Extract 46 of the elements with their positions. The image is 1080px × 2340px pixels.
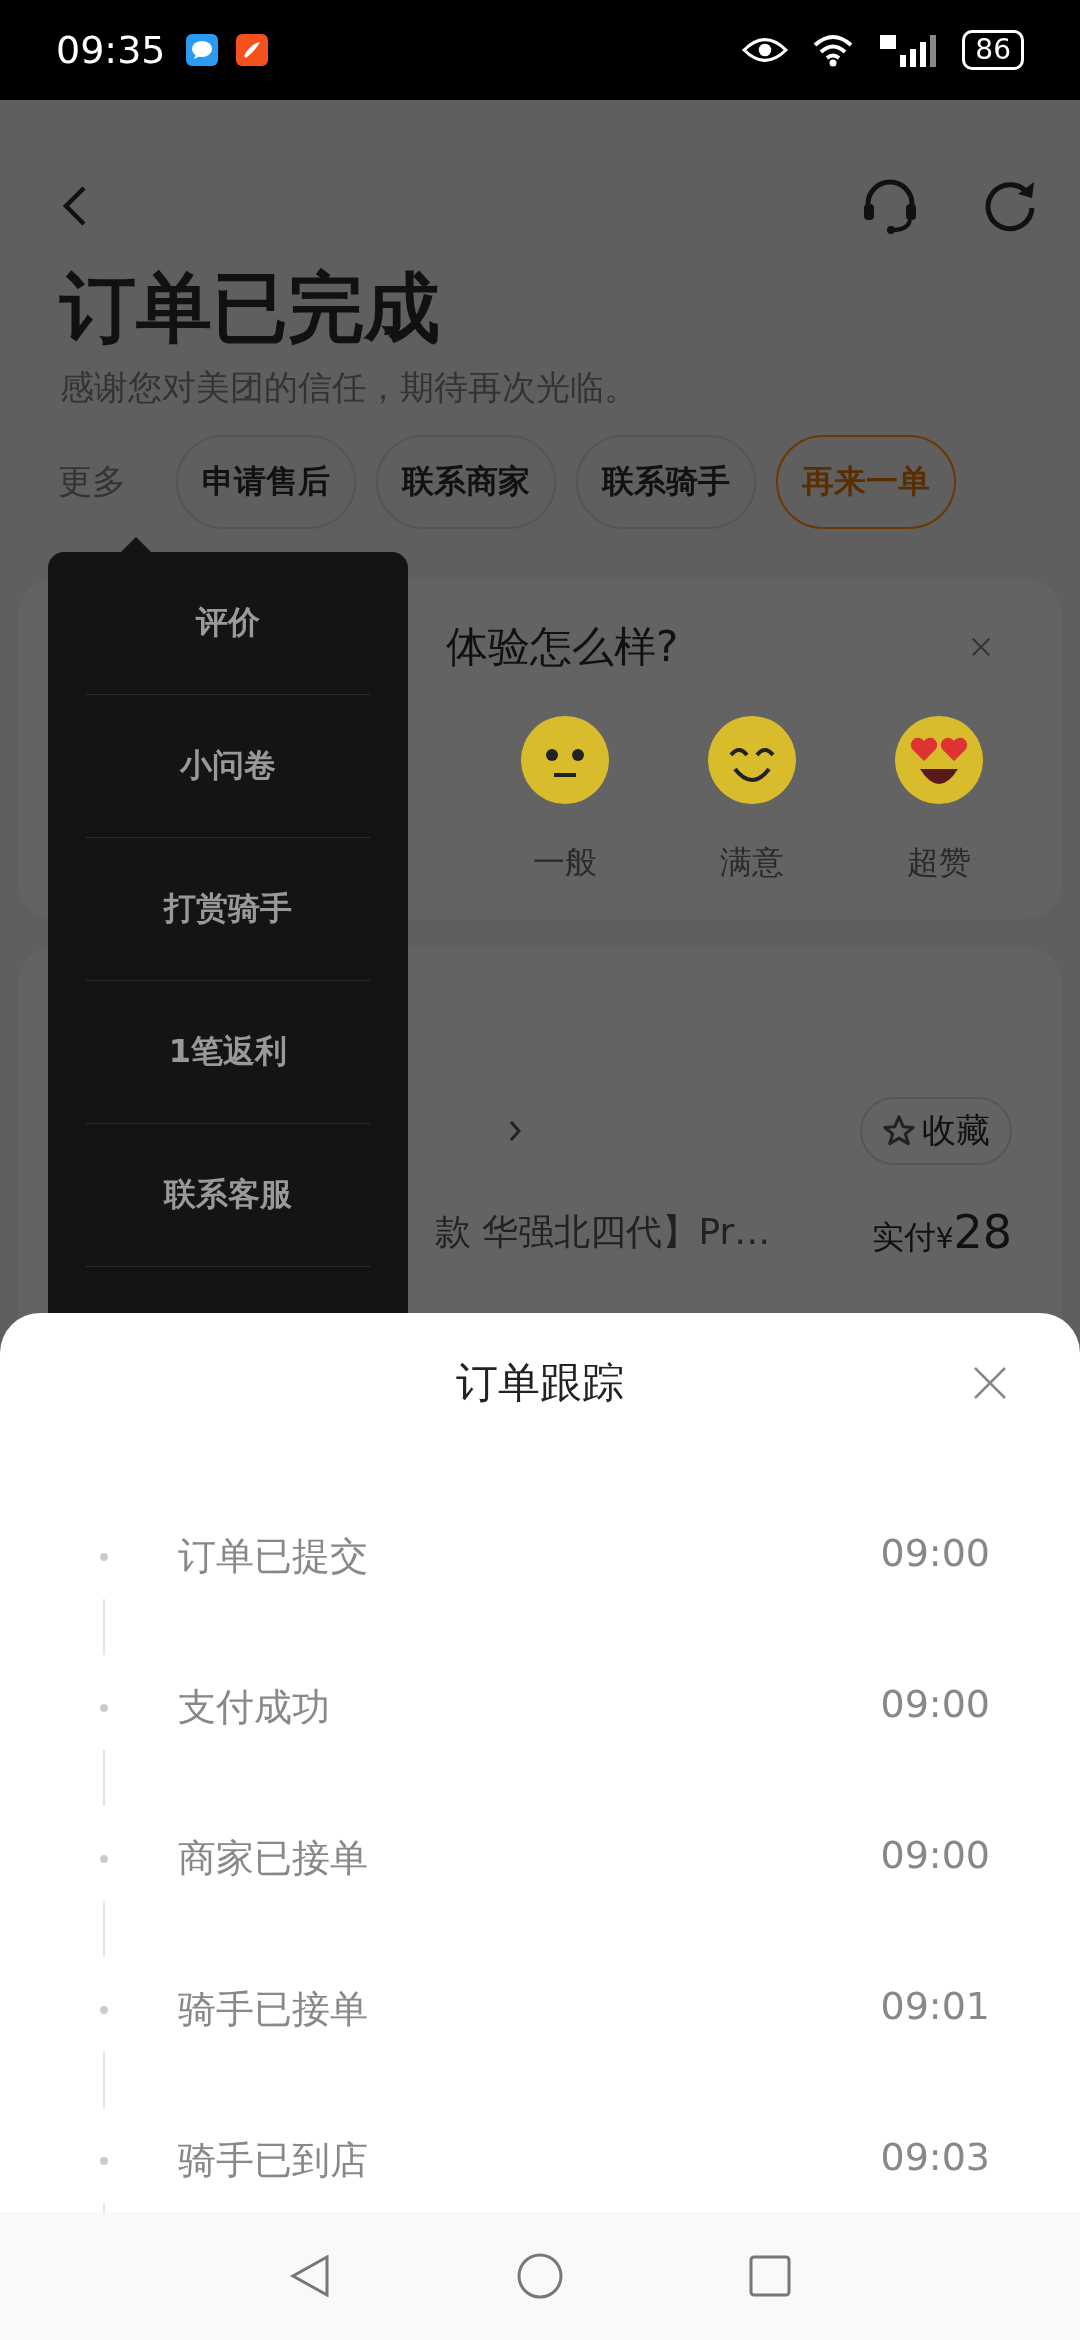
- sheet-title: 订单跟踪: [456, 1357, 624, 1409]
- close-icon[interactable]: [972, 1365, 1008, 1401]
- step-label: 骑手已接单: [178, 1986, 369, 2033]
- product-title[interactable]: 款 华强北四代】Pr…: [435, 1208, 852, 1257]
- timeline-dot: [100, 1553, 108, 1561]
- timeline-dot: [100, 2157, 108, 2165]
- action-button[interactable]: 申请售后: [176, 435, 356, 529]
- step-time: 09:00: [880, 1531, 990, 1575]
- timeline-dot: [100, 1855, 108, 1863]
- step-label: 订单已提交: [178, 1533, 369, 1580]
- close-icon[interactable]: [970, 636, 992, 658]
- chevron-icon[interactable]: [508, 1119, 522, 1143]
- step-time: 09:01: [880, 1984, 990, 2028]
- status-time: 09:35: [56, 28, 166, 72]
- love-face-icon[interactable]: [893, 715, 984, 805]
- favorite-button[interactable]: 收藏: [860, 1097, 1012, 1165]
- action-button[interactable]: 联系骑手: [576, 435, 756, 529]
- battery-indicator: 86: [962, 30, 1024, 70]
- menu-item[interactable]: 打赏骑手: [86, 838, 370, 981]
- rating-label: 一般: [533, 842, 598, 883]
- menu-item[interactable]: 1笔返利: [86, 981, 370, 1124]
- neutral-face-icon[interactable]: [520, 715, 611, 805]
- menu-item[interactable]: 联系客服: [86, 1124, 370, 1267]
- order-status-title: 订单已完成: [60, 262, 441, 354]
- step-label: 支付成功: [178, 1684, 331, 1731]
- app-icon: [235, 34, 268, 66]
- rating-question: 体验怎么样?: [446, 621, 680, 673]
- star-icon: [882, 1114, 916, 1148]
- paid-price: 实付¥28: [871, 1205, 1012, 1260]
- rating-label: 满意: [720, 842, 784, 883]
- smile-face-icon[interactable]: [707, 715, 797, 805]
- chat-app-icon: [185, 34, 218, 66]
- step-label: 骑手已到店: [178, 2137, 369, 2184]
- menu-item[interactable]: 小问卷: [86, 695, 370, 838]
- step-label: 商家已接单: [178, 1835, 369, 1882]
- menu-item[interactable]: 评价: [86, 552, 370, 695]
- step-time: 09:00: [880, 1833, 990, 1877]
- timeline-dot: [100, 1704, 108, 1712]
- action-button[interactable]: 联系商家: [376, 435, 556, 529]
- timeline-dot: [100, 2006, 108, 2014]
- rating-label: 超赞: [906, 842, 971, 883]
- home-nav-icon[interactable]: [515, 2251, 565, 2301]
- signal-icon: [878, 33, 939, 67]
- step-time: 09:03: [880, 2135, 990, 2179]
- step-time: 09:00: [880, 1682, 990, 1726]
- action-button[interactable]: 再来一单: [776, 435, 956, 529]
